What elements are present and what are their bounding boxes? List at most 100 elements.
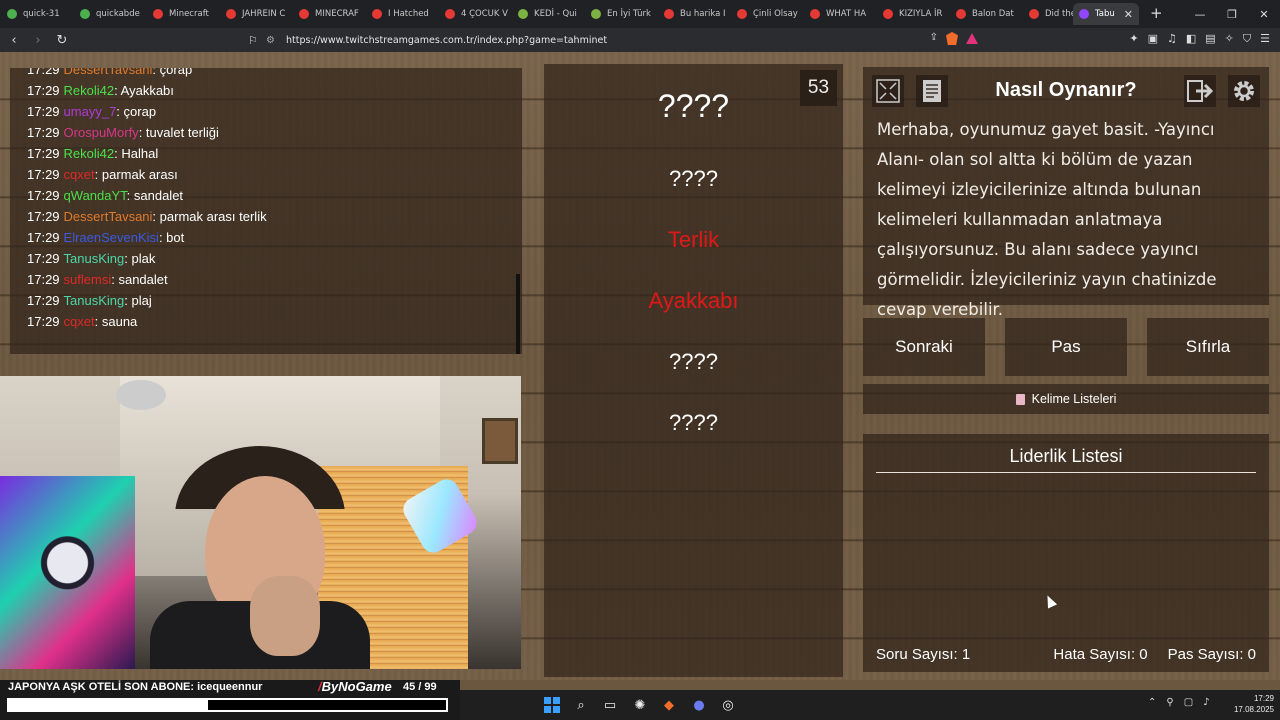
media-icon[interactable]: ♫ bbox=[1167, 32, 1177, 46]
tab-label: Balon Dat bbox=[972, 9, 1014, 19]
brave-shields-icon[interactable] bbox=[946, 32, 958, 45]
chat-username[interactable]: suflemsi bbox=[64, 272, 112, 287]
tab-favicon-icon bbox=[299, 9, 309, 19]
taskbar-clock[interactable]: 17:29 17.08.2025 bbox=[1226, 693, 1274, 715]
leo-ai-icon[interactable]: ✧ bbox=[1225, 32, 1234, 46]
chat-text: çorap bbox=[159, 68, 193, 77]
chat-username[interactable]: umayy_7 bbox=[64, 104, 117, 119]
stream-overlay-text: JAPONYA AŞK OTELİ SON ABONE: icequeennur bbox=[8, 681, 263, 693]
webcam-feed bbox=[0, 376, 521, 669]
extensions-icon[interactable]: ✦ bbox=[1129, 32, 1138, 46]
chat-username[interactable]: DessertTavsani bbox=[64, 209, 153, 224]
chat-username[interactable]: TanusKing bbox=[64, 293, 125, 308]
start-icon[interactable] bbox=[543, 696, 561, 714]
chat-message: 17:29 umayy_7: çorap bbox=[27, 104, 157, 119]
tab-11[interactable]: WHAT HA bbox=[804, 3, 876, 25]
back-icon[interactable]: ‹ bbox=[4, 33, 24, 48]
chat-time: 17:29 bbox=[27, 251, 60, 266]
chat-username[interactable]: cqxet bbox=[64, 314, 95, 329]
card-word: ???? bbox=[657, 88, 730, 124]
vpn-icon[interactable]: ⛉ bbox=[1243, 32, 1251, 46]
tab-favicon-icon bbox=[226, 9, 236, 19]
bynogame-logo: /ByNoGame bbox=[318, 679, 392, 694]
pass-button[interactable]: Pas bbox=[1005, 318, 1127, 376]
minimize-icon[interactable]: — bbox=[1184, 8, 1216, 21]
site-info-icon[interactable]: ⚙ bbox=[266, 35, 286, 46]
forward-icon[interactable]: › bbox=[28, 33, 48, 48]
tab-label: KIZIYLA İR bbox=[899, 9, 943, 19]
tab-4[interactable]: MINECRAF bbox=[293, 3, 365, 25]
share-icon[interactable]: ⇪ bbox=[930, 32, 938, 45]
tab-favicon-icon bbox=[153, 9, 163, 19]
tab-active[interactable]: Tabu ✕ bbox=[1073, 3, 1139, 25]
chat-username[interactable]: TanusKing bbox=[64, 251, 125, 266]
chatgpt-icon[interactable]: ✺ bbox=[631, 696, 649, 714]
tab-12[interactable]: KIZIYLA İR bbox=[877, 3, 949, 25]
tab-favicon-icon bbox=[810, 9, 820, 19]
chat-username[interactable]: qWandaYT bbox=[64, 188, 127, 203]
menu-icon[interactable]: ☰ bbox=[1260, 32, 1270, 46]
display-icon[interactable]: ▢ bbox=[1184, 697, 1193, 708]
tab-1[interactable]: quickabde bbox=[74, 3, 146, 25]
tab-0[interactable]: quick-31 bbox=[1, 3, 73, 25]
tab-favicon-icon bbox=[7, 9, 17, 19]
word-lists-button[interactable]: Kelime Listeleri bbox=[863, 384, 1269, 414]
url-field[interactable]: ⚐ ⚙ https://www.twitchstreamgames.com.tr… bbox=[248, 31, 988, 49]
tab-label: 4 ÇOCUK V bbox=[461, 9, 508, 19]
close-tab-icon[interactable]: ✕ bbox=[1124, 8, 1133, 21]
tab-13[interactable]: Balon Dat bbox=[950, 3, 1022, 25]
reset-button[interactable]: Sıfırla bbox=[1147, 318, 1269, 376]
chat-username[interactable]: ElraenSevenKisi bbox=[64, 230, 159, 245]
tab-5[interactable]: I Hatched bbox=[366, 3, 438, 25]
sidebar-icon[interactable]: ◧ bbox=[1186, 32, 1196, 46]
bookmark-icon[interactable]: ⚐ bbox=[248, 34, 266, 47]
chat-username[interactable]: OrospuMorfy bbox=[64, 125, 139, 140]
tab-3[interactable]: JAHREIN C bbox=[220, 3, 292, 25]
how-to-play-panel: Nasıl Oynanır? Merhaba, oyunumuz gayet b… bbox=[863, 67, 1269, 319]
wallet-icon[interactable]: ▤ bbox=[1205, 32, 1215, 46]
chat-time: 17:29 bbox=[27, 188, 60, 203]
address-bar-row: ‹ › ↻ ⚐ ⚙ https://www.twitchstreamgames.… bbox=[0, 28, 1280, 52]
tab-label: KEDİ - Qui bbox=[534, 9, 577, 19]
volume-icon[interactable]: ♪ bbox=[1203, 697, 1209, 708]
chat-username[interactable]: Rekoli42 bbox=[64, 146, 115, 161]
tray-expand-icon[interactable]: ⌃ bbox=[1148, 697, 1156, 708]
tab-favicon-icon bbox=[80, 9, 90, 19]
divider bbox=[876, 472, 1256, 473]
obs-icon[interactable]: ◎ bbox=[719, 696, 737, 714]
chat-scrollbar[interactable] bbox=[516, 274, 520, 354]
chat-time: 17:29 bbox=[27, 104, 60, 119]
tab-7[interactable]: KEDİ - Qui bbox=[512, 3, 584, 25]
brave-browser-icon[interactable]: ◆ bbox=[660, 696, 678, 714]
restore-icon[interactable]: ❐ bbox=[1216, 8, 1248, 21]
card-word: Terlik bbox=[667, 227, 720, 252]
microphone-tray-icon[interactable]: ⚲ bbox=[1166, 697, 1173, 708]
chat-username[interactable]: Rekoli42 bbox=[64, 83, 115, 98]
tab-2[interactable]: Minecraft bbox=[147, 3, 219, 25]
screenshot-icon[interactable]: ▣ bbox=[1148, 32, 1158, 46]
next-button[interactable]: Sonraki bbox=[863, 318, 985, 376]
tab-9[interactable]: Bu harika I bbox=[658, 3, 730, 25]
reload-icon[interactable]: ↻ bbox=[52, 33, 72, 48]
chat-username[interactable]: DessertTavsani bbox=[64, 68, 153, 77]
chat-username[interactable]: cqxet bbox=[64, 167, 95, 182]
tab-label: Çinli Olsay bbox=[753, 9, 798, 19]
tab-6[interactable]: 4 ÇOCUK V bbox=[439, 3, 511, 25]
gear-icon[interactable] bbox=[1228, 75, 1260, 107]
tab-10[interactable]: Çinli Olsay bbox=[731, 3, 803, 25]
tab-8[interactable]: En İyi Türk bbox=[585, 3, 657, 25]
search-icon[interactable]: ⌕ bbox=[572, 696, 590, 714]
close-window-icon[interactable]: ✕ bbox=[1248, 8, 1280, 21]
exit-icon[interactable] bbox=[1184, 75, 1216, 107]
discord-icon[interactable]: ● bbox=[690, 696, 708, 714]
brave-rewards-icon[interactable] bbox=[966, 33, 978, 44]
file-explorer-icon[interactable]: ▭ bbox=[601, 696, 619, 714]
toolbar-icons: ✦ ▣ ♫ ◧ ▤ ✧ ⛉ ☰ bbox=[1129, 32, 1270, 46]
clock-date: 17.08.2025 bbox=[1233, 705, 1274, 714]
chat-time: 17:29 bbox=[27, 314, 60, 329]
chat-time: 17:29 bbox=[27, 125, 60, 140]
card-word: ???? bbox=[669, 166, 718, 191]
chat-text: Ayakkabı bbox=[120, 83, 174, 98]
how-to-play-text: Merhaba, oyunumuz gayet basit. -Yayıncı … bbox=[877, 120, 1217, 319]
new-tab-button[interactable]: + bbox=[1150, 4, 1163, 22]
